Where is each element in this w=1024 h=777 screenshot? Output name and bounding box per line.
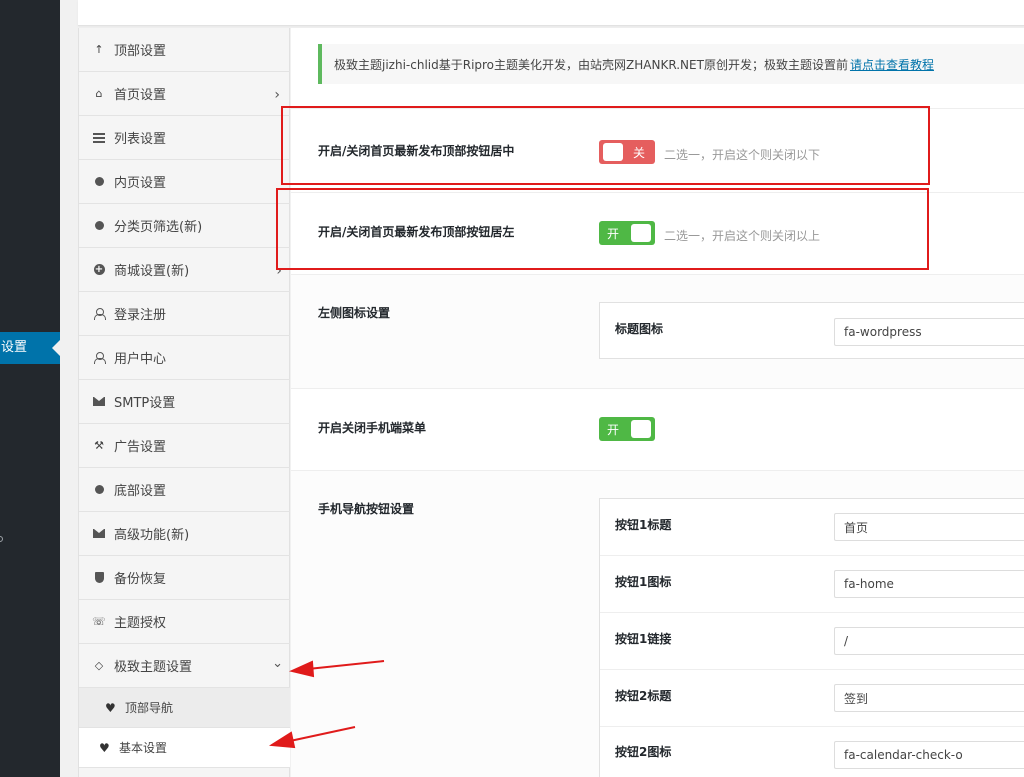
annotation-arrows <box>268 660 385 749</box>
annotation-arrow-1-head <box>288 660 315 678</box>
annotation-arrow-2-head <box>268 731 296 749</box>
annotation-arrow-2-line <box>289 726 356 742</box>
annotation-arrow-1-line <box>307 660 385 670</box>
